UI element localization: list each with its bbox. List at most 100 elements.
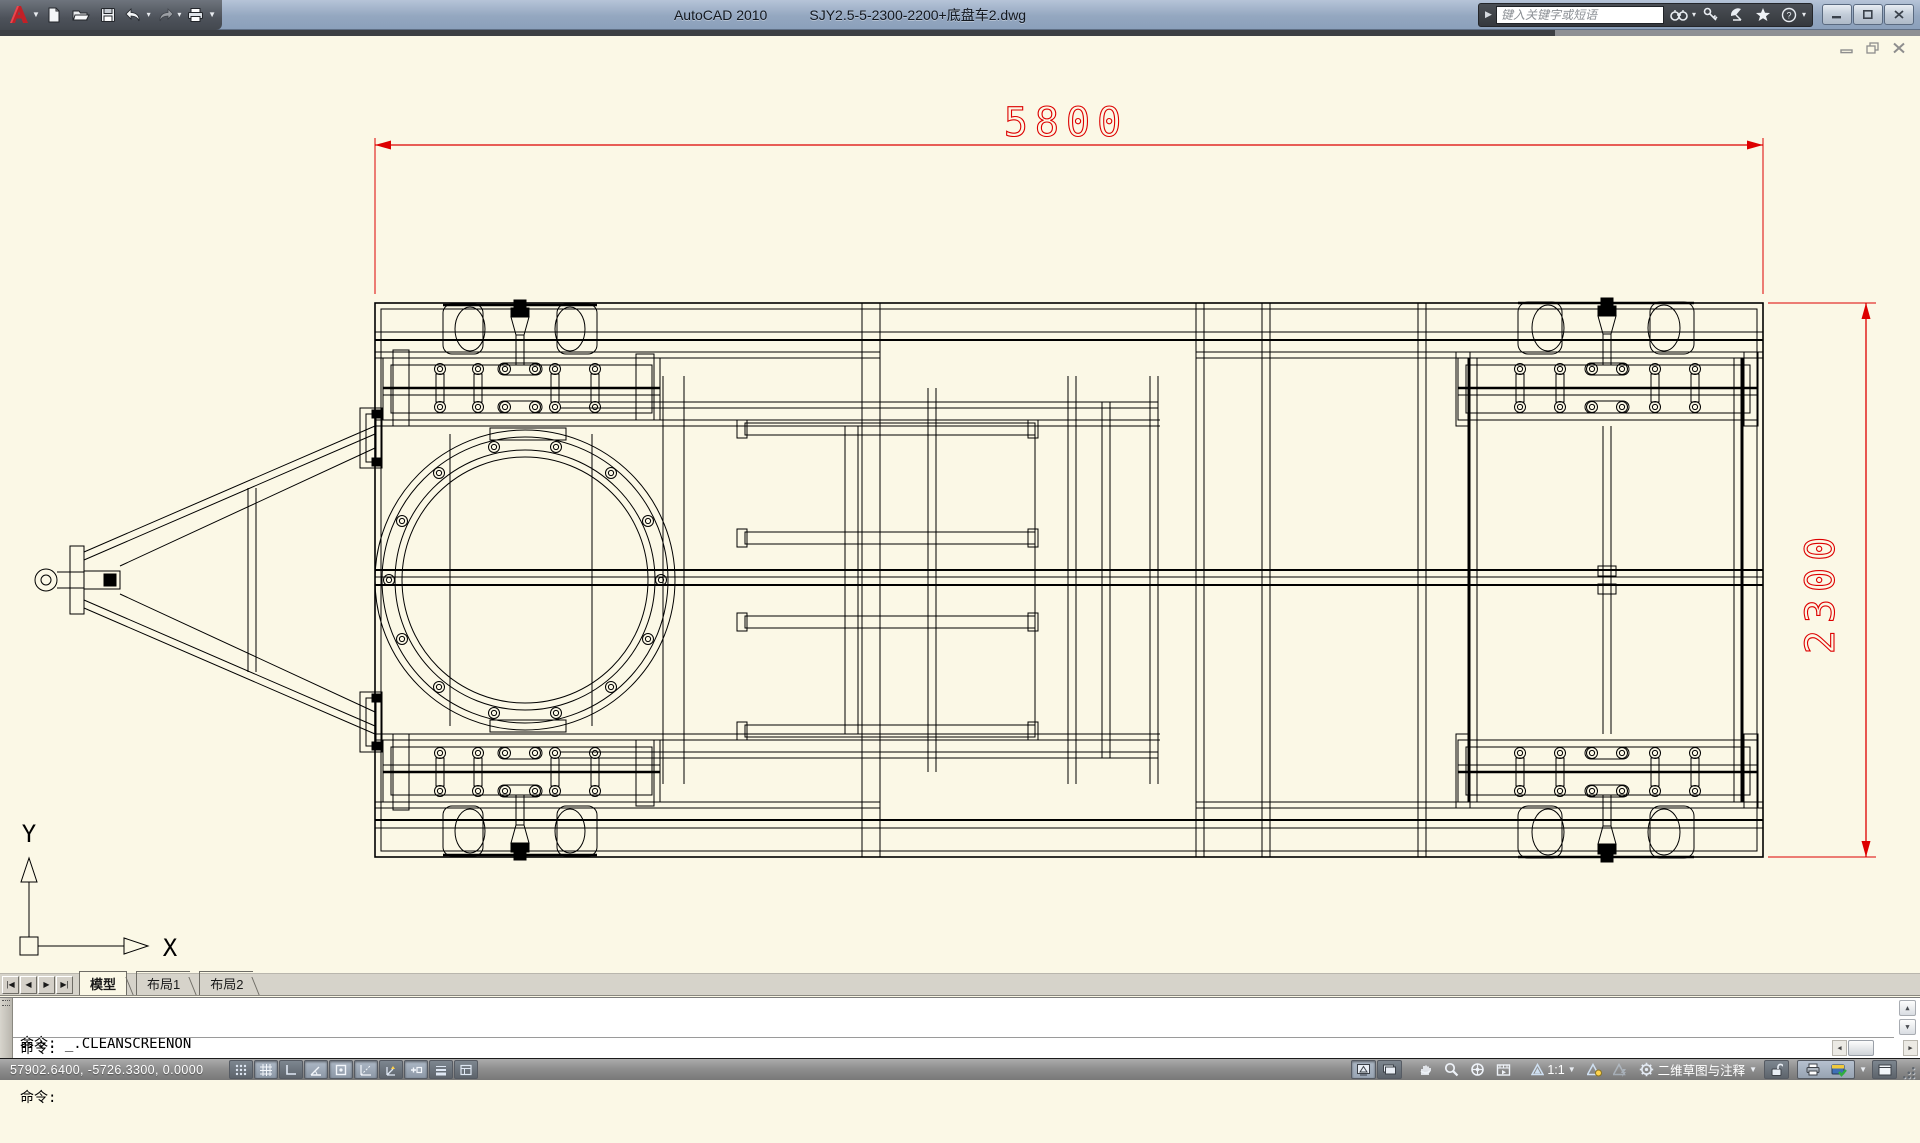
- osnap-toggle[interactable]: [329, 1060, 353, 1079]
- scroll-right-icon[interactable]: ▶: [1903, 1040, 1918, 1056]
- redo-dropdown-icon[interactable]: ▾: [177, 10, 181, 19]
- workspace-label: 二维草图与注释: [1657, 1064, 1746, 1078]
- plot-notify-button[interactable]: [1801, 1060, 1826, 1079]
- ortho-toggle[interactable]: [279, 1060, 303, 1079]
- command-input[interactable]: 命令:: [20, 1040, 56, 1058]
- search-dropdown-icon[interactable]: ▾: [1692, 10, 1696, 19]
- satellite-dish-icon: [1730, 8, 1742, 21]
- close-icon: [1894, 10, 1904, 19]
- ucs-y-label: Y: [22, 820, 37, 848]
- scrollbar-thumb[interactable]: [1848, 1040, 1874, 1056]
- snap-toggle[interactable]: [229, 1060, 253, 1079]
- new-file-icon: [48, 7, 60, 22]
- subscription-button[interactable]: [1700, 5, 1722, 25]
- annotation-tools: 1:1 ▼: [1526, 1060, 1632, 1079]
- showmotion-button[interactable]: [1491, 1060, 1516, 1079]
- pan-button[interactable]: [1413, 1060, 1438, 1079]
- tray-printer-icon: [1806, 1063, 1820, 1076]
- tab-layout1[interactable]: 布局1: [136, 971, 191, 995]
- polar-tracking-icon: [310, 1066, 321, 1076]
- dim-width-text: 2300: [1798, 530, 1844, 654]
- search-binoculars-icon: [1670, 9, 1688, 21]
- annotation-scale-icon: [1531, 1063, 1545, 1076]
- minimize-button[interactable]: [1822, 4, 1852, 25]
- coordinate-display[interactable]: 57902.6400, -5726.3300, 0.0000: [10, 1063, 215, 1077]
- model-icon: [1357, 1064, 1371, 1076]
- toolbar-lock-button[interactable]: [1764, 1060, 1790, 1079]
- infocenter-search-input[interactable]: 键入关键字或短语: [1495, 5, 1664, 24]
- command-history-line: 命令:: [20, 1090, 57, 1106]
- workspace-switcher[interactable]: 二维草图与注释 ▼: [1633, 1060, 1763, 1079]
- scroll-up-icon[interactable]: ▲: [1899, 1000, 1916, 1016]
- command-horizontal-scrollbar[interactable]: ◀ ▶: [1832, 1040, 1918, 1056]
- dimension-length: 5800: [374, 99, 1764, 294]
- tray-status-check-icon: [1831, 1064, 1847, 1077]
- trusted-autodesk-button[interactable]: [1827, 1060, 1852, 1079]
- dyn-toggle[interactable]: [404, 1060, 428, 1079]
- save-button[interactable]: [95, 3, 120, 27]
- qp-toggle[interactable]: [454, 1060, 478, 1079]
- trailer-chassis-drawing: 5800 2300 Y X: [19, 99, 1876, 962]
- close-button[interactable]: [1884, 4, 1914, 25]
- favorites-button[interactable]: [1752, 5, 1774, 25]
- open-file-button[interactable]: [69, 3, 94, 27]
- scroll-left-icon[interactable]: ◀: [1832, 1040, 1847, 1056]
- layout-icon: [1383, 1064, 1397, 1075]
- tab-model[interactable]: 模型: [79, 971, 128, 995]
- new-file-button[interactable]: [42, 3, 67, 27]
- steeringwheel-button[interactable]: [1465, 1060, 1490, 1079]
- undo-dropdown-icon[interactable]: ▾: [147, 10, 151, 19]
- scroll-down-icon[interactable]: ▼: [1899, 1019, 1916, 1035]
- first-tab-button[interactable]: |◀: [2, 975, 19, 994]
- tab-layout2[interactable]: 布局2: [199, 971, 254, 995]
- command-window-grip[interactable]: [0, 998, 13, 1059]
- annotation-auto-button[interactable]: [1608, 1060, 1633, 1079]
- help-button[interactable]: ?: [1778, 5, 1800, 25]
- svg-text:?: ?: [1786, 10, 1791, 20]
- annotation-visibility-button[interactable]: [1582, 1060, 1607, 1079]
- model-space-canvas[interactable]: 5800 2300 Y X: [0, 36, 1920, 973]
- resize-grip-icon[interactable]: [1903, 1066, 1917, 1080]
- application-menu-button[interactable]: [6, 3, 32, 27]
- workspace-dropdown-icon[interactable]: ▼: [1749, 1065, 1757, 1074]
- polar-toggle[interactable]: [304, 1060, 328, 1079]
- infocenter-collapse-icon[interactable]: ▶: [1485, 9, 1492, 20]
- communication-center-button[interactable]: [1726, 5, 1748, 25]
- redo-button[interactable]: [153, 3, 178, 27]
- previous-tab-button[interactable]: ◀: [20, 975, 37, 994]
- layout-button[interactable]: [1377, 1060, 1403, 1079]
- layout-tabs: 模型 布局1 布局2: [79, 971, 262, 995]
- command-line-window[interactable]: 命令: _.CLEANSCREENON 命令: 命令: ▲ ▼ ◀ ▶: [0, 997, 1920, 1106]
- maximize-button[interactable]: [1853, 4, 1883, 25]
- undo-button[interactable]: [122, 3, 147, 27]
- tab-navigation: |◀ ◀ ▶ ▶|: [0, 974, 75, 995]
- model-button[interactable]: [1351, 1060, 1377, 1079]
- ortho-icon: [286, 1064, 296, 1075]
- next-tab-button[interactable]: ▶: [38, 975, 55, 994]
- annotation-scale-dropdown-icon[interactable]: ▼: [1568, 1065, 1576, 1074]
- qat-customize-icon[interactable]: ▼: [208, 10, 216, 19]
- navigation-tools: [1412, 1060, 1516, 1079]
- command-vertical-scrollbar[interactable]: ▲ ▼: [1899, 1000, 1916, 1036]
- help-dropdown-icon[interactable]: ▾: [1802, 10, 1806, 19]
- front-axle-group: [381, 300, 660, 860]
- lwt-toggle[interactable]: [429, 1060, 453, 1079]
- rear-axle-group: [1456, 298, 1758, 862]
- printer-icon: [188, 7, 204, 22]
- annotation-scale-button[interactable]: 1:1 ▼: [1526, 1060, 1580, 1079]
- otrack-toggle[interactable]: [354, 1060, 378, 1079]
- cleanscreen-button[interactable]: [1872, 1060, 1897, 1079]
- window-title: AutoCAD 2010 SJY2.5-5-2300-2200+底盘车2.dwg: [222, 5, 1478, 25]
- plot-button[interactable]: [183, 3, 208, 27]
- zoom-button[interactable]: [1439, 1060, 1464, 1079]
- search-button[interactable]: [1668, 5, 1690, 25]
- annotation-visibility-icon: [1586, 1062, 1602, 1076]
- tray-dropdown-icon[interactable]: ▼: [1859, 1065, 1867, 1074]
- appmenu-dropdown-icon[interactable]: ▼: [32, 10, 40, 19]
- grid-toggle[interactable]: [254, 1060, 278, 1079]
- model-layout-buttons: [1350, 1060, 1403, 1079]
- layout-tab-bar: |◀ ◀ ▶ ▶| 模型 布局1 布局2: [0, 971, 1920, 996]
- scrollbar-track[interactable]: [1875, 1040, 1902, 1056]
- ducs-toggle[interactable]: [379, 1060, 403, 1079]
- last-tab-button[interactable]: ▶|: [56, 975, 73, 994]
